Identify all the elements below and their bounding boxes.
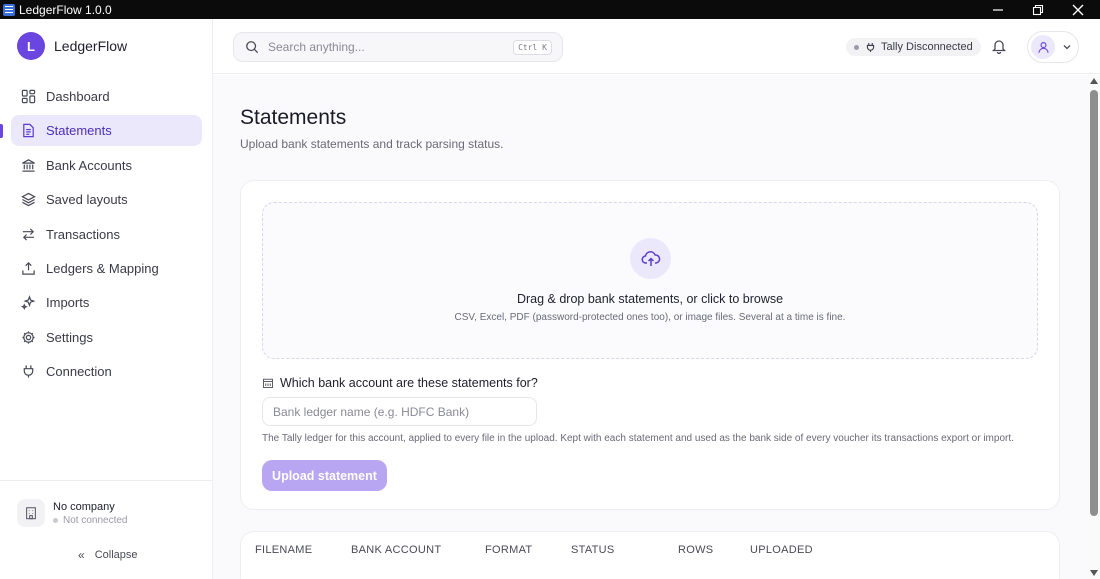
sidebar-item-transactions[interactable]: Transactions bbox=[11, 219, 202, 250]
restore-button[interactable] bbox=[1018, 0, 1058, 19]
dropzone-title: Drag & drop bank statements, or click to… bbox=[516, 292, 784, 306]
upload-card: Drag & drop bank statements, or click to… bbox=[240, 180, 1060, 510]
company-switcher[interactable]: No company Not connected bbox=[17, 499, 128, 527]
sidebar-item-statements[interactable]: Statements bbox=[0, 115, 202, 147]
scrollbar-thumb[interactable] bbox=[1090, 90, 1098, 516]
search-input[interactable] bbox=[268, 40, 508, 54]
sidebar-item-label: Imports bbox=[46, 295, 90, 311]
upload-statement-button[interactable]: Upload statement bbox=[262, 460, 387, 491]
brand[interactable]: L LedgerFlow bbox=[17, 32, 127, 60]
tally-status-badge[interactable]: Tally Disconnected bbox=[846, 38, 981, 56]
scroll-up-arrow-icon[interactable] bbox=[1090, 78, 1098, 84]
plug-icon bbox=[865, 42, 876, 53]
column-header-rows[interactable]: ROWS bbox=[678, 544, 713, 556]
sidebar-item-label: Saved layouts bbox=[46, 192, 128, 208]
file-dropzone[interactable]: Drag & drop bank statements, or click to… bbox=[262, 202, 1038, 359]
status-dot bbox=[53, 517, 58, 523]
minimize-icon bbox=[993, 8, 1003, 11]
minimize-button[interactable] bbox=[978, 0, 1018, 19]
close-icon bbox=[1072, 4, 1084, 15]
sidebar-item-imports[interactable]: Imports bbox=[11, 287, 202, 318]
building-icon bbox=[17, 499, 45, 527]
sidebar: L LedgerFlow Dashboard Statements Bank A… bbox=[0, 19, 213, 579]
column-header-format[interactable]: FORMAT bbox=[485, 544, 532, 556]
sidebar-item-label: Dashboard bbox=[46, 89, 110, 104]
sidebar-item-label: Ledgers & Mapping bbox=[46, 260, 159, 276]
layers-icon bbox=[20, 192, 36, 208]
search-icon bbox=[244, 39, 260, 55]
sidebar-footer: No company Not connected « Collapse bbox=[0, 480, 212, 562]
sidebar-item-connection[interactable]: Connection bbox=[11, 356, 202, 387]
account-question-label: Which bank account are these statements … bbox=[280, 376, 538, 390]
sidebar-item-dashboard[interactable]: Dashboard bbox=[11, 81, 202, 112]
sparkles-icon bbox=[20, 295, 36, 311]
scroll-down-arrow-icon[interactable] bbox=[1090, 570, 1098, 576]
sidebar-item-settings[interactable]: Settings bbox=[11, 322, 202, 353]
sidebar-item-label: Transactions bbox=[46, 226, 120, 242]
window-titlebar: LedgerFlow 1.0.0 bbox=[0, 0, 1100, 19]
collapse-label: Collapse bbox=[94, 549, 138, 561]
plug-icon bbox=[20, 364, 36, 380]
vertical-scrollbar[interactable] bbox=[1088, 75, 1100, 579]
document-icon bbox=[20, 123, 36, 139]
sidebar-item-label: Statements bbox=[46, 123, 112, 139]
column-header-uploaded[interactable]: UPLOADED bbox=[750, 544, 813, 556]
arrows-swap-icon bbox=[20, 226, 36, 242]
app-icon bbox=[3, 3, 15, 16]
close-button[interactable] bbox=[1058, 0, 1098, 19]
chevron-down-icon bbox=[1062, 42, 1072, 52]
window-title: LedgerFlow 1.0.0 bbox=[19, 2, 112, 17]
top-header: Ctrl K Tally Disconnected bbox=[213, 19, 1100, 74]
main-content: Statements Upload bank statements and tr… bbox=[213, 75, 1088, 579]
sidebar-item-label: Settings bbox=[46, 329, 93, 345]
brand-logo: L bbox=[17, 32, 45, 60]
dropzone-hint: CSV, Excel, PDF (password-protected ones… bbox=[454, 312, 846, 323]
sidebar-item-label: Bank Accounts bbox=[46, 157, 132, 173]
company-status-label: Not connected bbox=[63, 514, 128, 526]
page-title: Statements bbox=[240, 106, 347, 129]
user-menu-button[interactable] bbox=[1027, 31, 1079, 63]
gear-icon bbox=[20, 329, 36, 345]
search-shortcut: Ctrl K bbox=[513, 40, 552, 55]
account-help-text: The Tally ledger for this account, appli… bbox=[262, 433, 1014, 444]
user-icon bbox=[1037, 41, 1049, 53]
sidebar-nav: Dashboard Statements Bank Accounts Saved… bbox=[0, 81, 202, 391]
building-icon bbox=[262, 377, 274, 389]
column-header-status[interactable]: STATUS bbox=[571, 544, 615, 556]
cloud-upload-icon bbox=[630, 238, 671, 279]
account-question: Which bank account are these statements … bbox=[262, 376, 538, 390]
chevrons-left-icon: « bbox=[78, 548, 85, 562]
avatar bbox=[1031, 35, 1055, 59]
bell-icon bbox=[991, 40, 1007, 54]
notifications-button[interactable] bbox=[990, 37, 1008, 55]
bank-icon bbox=[20, 157, 36, 173]
upload-tray-icon bbox=[20, 260, 36, 276]
column-header-filename[interactable]: FILENAME bbox=[255, 544, 312, 556]
restore-icon bbox=[1032, 4, 1044, 15]
company-status: Not connected bbox=[53, 515, 128, 526]
company-name: No company bbox=[53, 500, 115, 513]
status-dot bbox=[854, 44, 859, 50]
bank-ledger-input[interactable] bbox=[262, 397, 537, 426]
sidebar-item-saved-layouts[interactable]: Saved layouts bbox=[11, 184, 202, 215]
dashboard-icon bbox=[20, 89, 36, 105]
sidebar-item-bank-accounts[interactable]: Bank Accounts bbox=[11, 150, 202, 181]
sidebar-item-ledgers-mapping[interactable]: Ledgers & Mapping bbox=[11, 253, 202, 284]
tally-status-label: Tally Disconnected bbox=[881, 41, 973, 53]
sidebar-item-label: Connection bbox=[46, 364, 112, 380]
collapse-button[interactable]: « Collapse bbox=[78, 548, 138, 562]
page-subtitle: Upload bank statements and track parsing… bbox=[240, 137, 504, 151]
column-header-bank-account[interactable]: BANK ACCOUNT bbox=[351, 544, 441, 556]
brand-name: LedgerFlow bbox=[54, 38, 128, 54]
statements-table: FILENAME BANK ACCOUNT FORMAT STATUS ROWS… bbox=[240, 531, 1060, 579]
search-bar[interactable]: Ctrl K bbox=[233, 32, 563, 62]
